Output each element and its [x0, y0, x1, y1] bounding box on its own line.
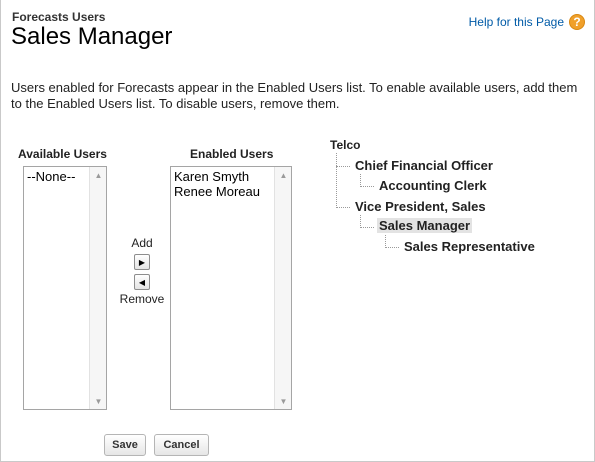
tree-node-sales-manager[interactable]: Sales Manager — [377, 218, 473, 233]
scroll-down-icon[interactable]: ▼ — [90, 393, 106, 409]
remove-label: Remove — [119, 292, 165, 306]
list-option[interactable]: Karen Smyth — [174, 169, 260, 184]
scroll-down-icon[interactable]: ▼ — [275, 393, 291, 409]
available-users-listbox[interactable]: --None-- ▲ ▼ — [23, 166, 107, 410]
help-link-group[interactable]: Help for this Page ? — [469, 14, 585, 30]
tree-connector — [336, 153, 337, 208]
cancel-button[interactable]: Cancel — [154, 434, 209, 456]
tree-node-sales-representative[interactable]: Sales Representative — [404, 239, 535, 254]
tree-node-cfo[interactable]: Chief Financial Officer — [355, 158, 493, 173]
tree-node-telco[interactable]: Telco — [330, 138, 360, 152]
list-option[interactable]: Renee Moreau — [174, 184, 260, 199]
tree-connector — [360, 227, 374, 228]
arrow-right-icon: ▶ — [138, 257, 146, 267]
add-button[interactable]: ▶ — [134, 254, 150, 270]
page-subtitle: Forecasts Users — [12, 10, 106, 24]
arrow-left-icon: ◀ — [138, 277, 146, 287]
add-label: Add — [131, 236, 153, 250]
list-option[interactable]: --None-- — [27, 169, 75, 184]
save-button[interactable]: Save — [104, 434, 146, 456]
scroll-up-icon[interactable]: ▲ — [90, 167, 106, 183]
help-link[interactable]: Help for this Page — [469, 15, 564, 29]
mover-controls: Add ▶ ◀ Remove — [116, 236, 168, 306]
tree-connector — [385, 247, 399, 248]
help-question-icon[interactable]: ? — [569, 14, 585, 30]
enabled-users-listbox[interactable]: Karen Smyth Renee Moreau ▲ ▼ — [170, 166, 292, 410]
tree-connector — [336, 207, 350, 208]
tree-node-accounting-clerk[interactable]: Accounting Clerk — [379, 178, 487, 193]
page-title: Sales Manager — [11, 23, 173, 50]
available-users-scrollbar[interactable]: ▲ ▼ — [89, 167, 106, 409]
available-users-label: Available Users — [18, 147, 107, 161]
enabled-users-scrollbar[interactable]: ▲ ▼ — [274, 167, 291, 409]
remove-button[interactable]: ◀ — [134, 274, 150, 290]
tree-connector — [360, 186, 374, 187]
scroll-up-icon[interactable]: ▲ — [275, 167, 291, 183]
enabled-users-label: Enabled Users — [190, 147, 274, 161]
description-text: Users enabled for Forecasts appear in th… — [11, 80, 578, 111]
tree-node-vp-sales[interactable]: Vice President, Sales — [355, 199, 486, 214]
tree-connector — [336, 166, 350, 167]
